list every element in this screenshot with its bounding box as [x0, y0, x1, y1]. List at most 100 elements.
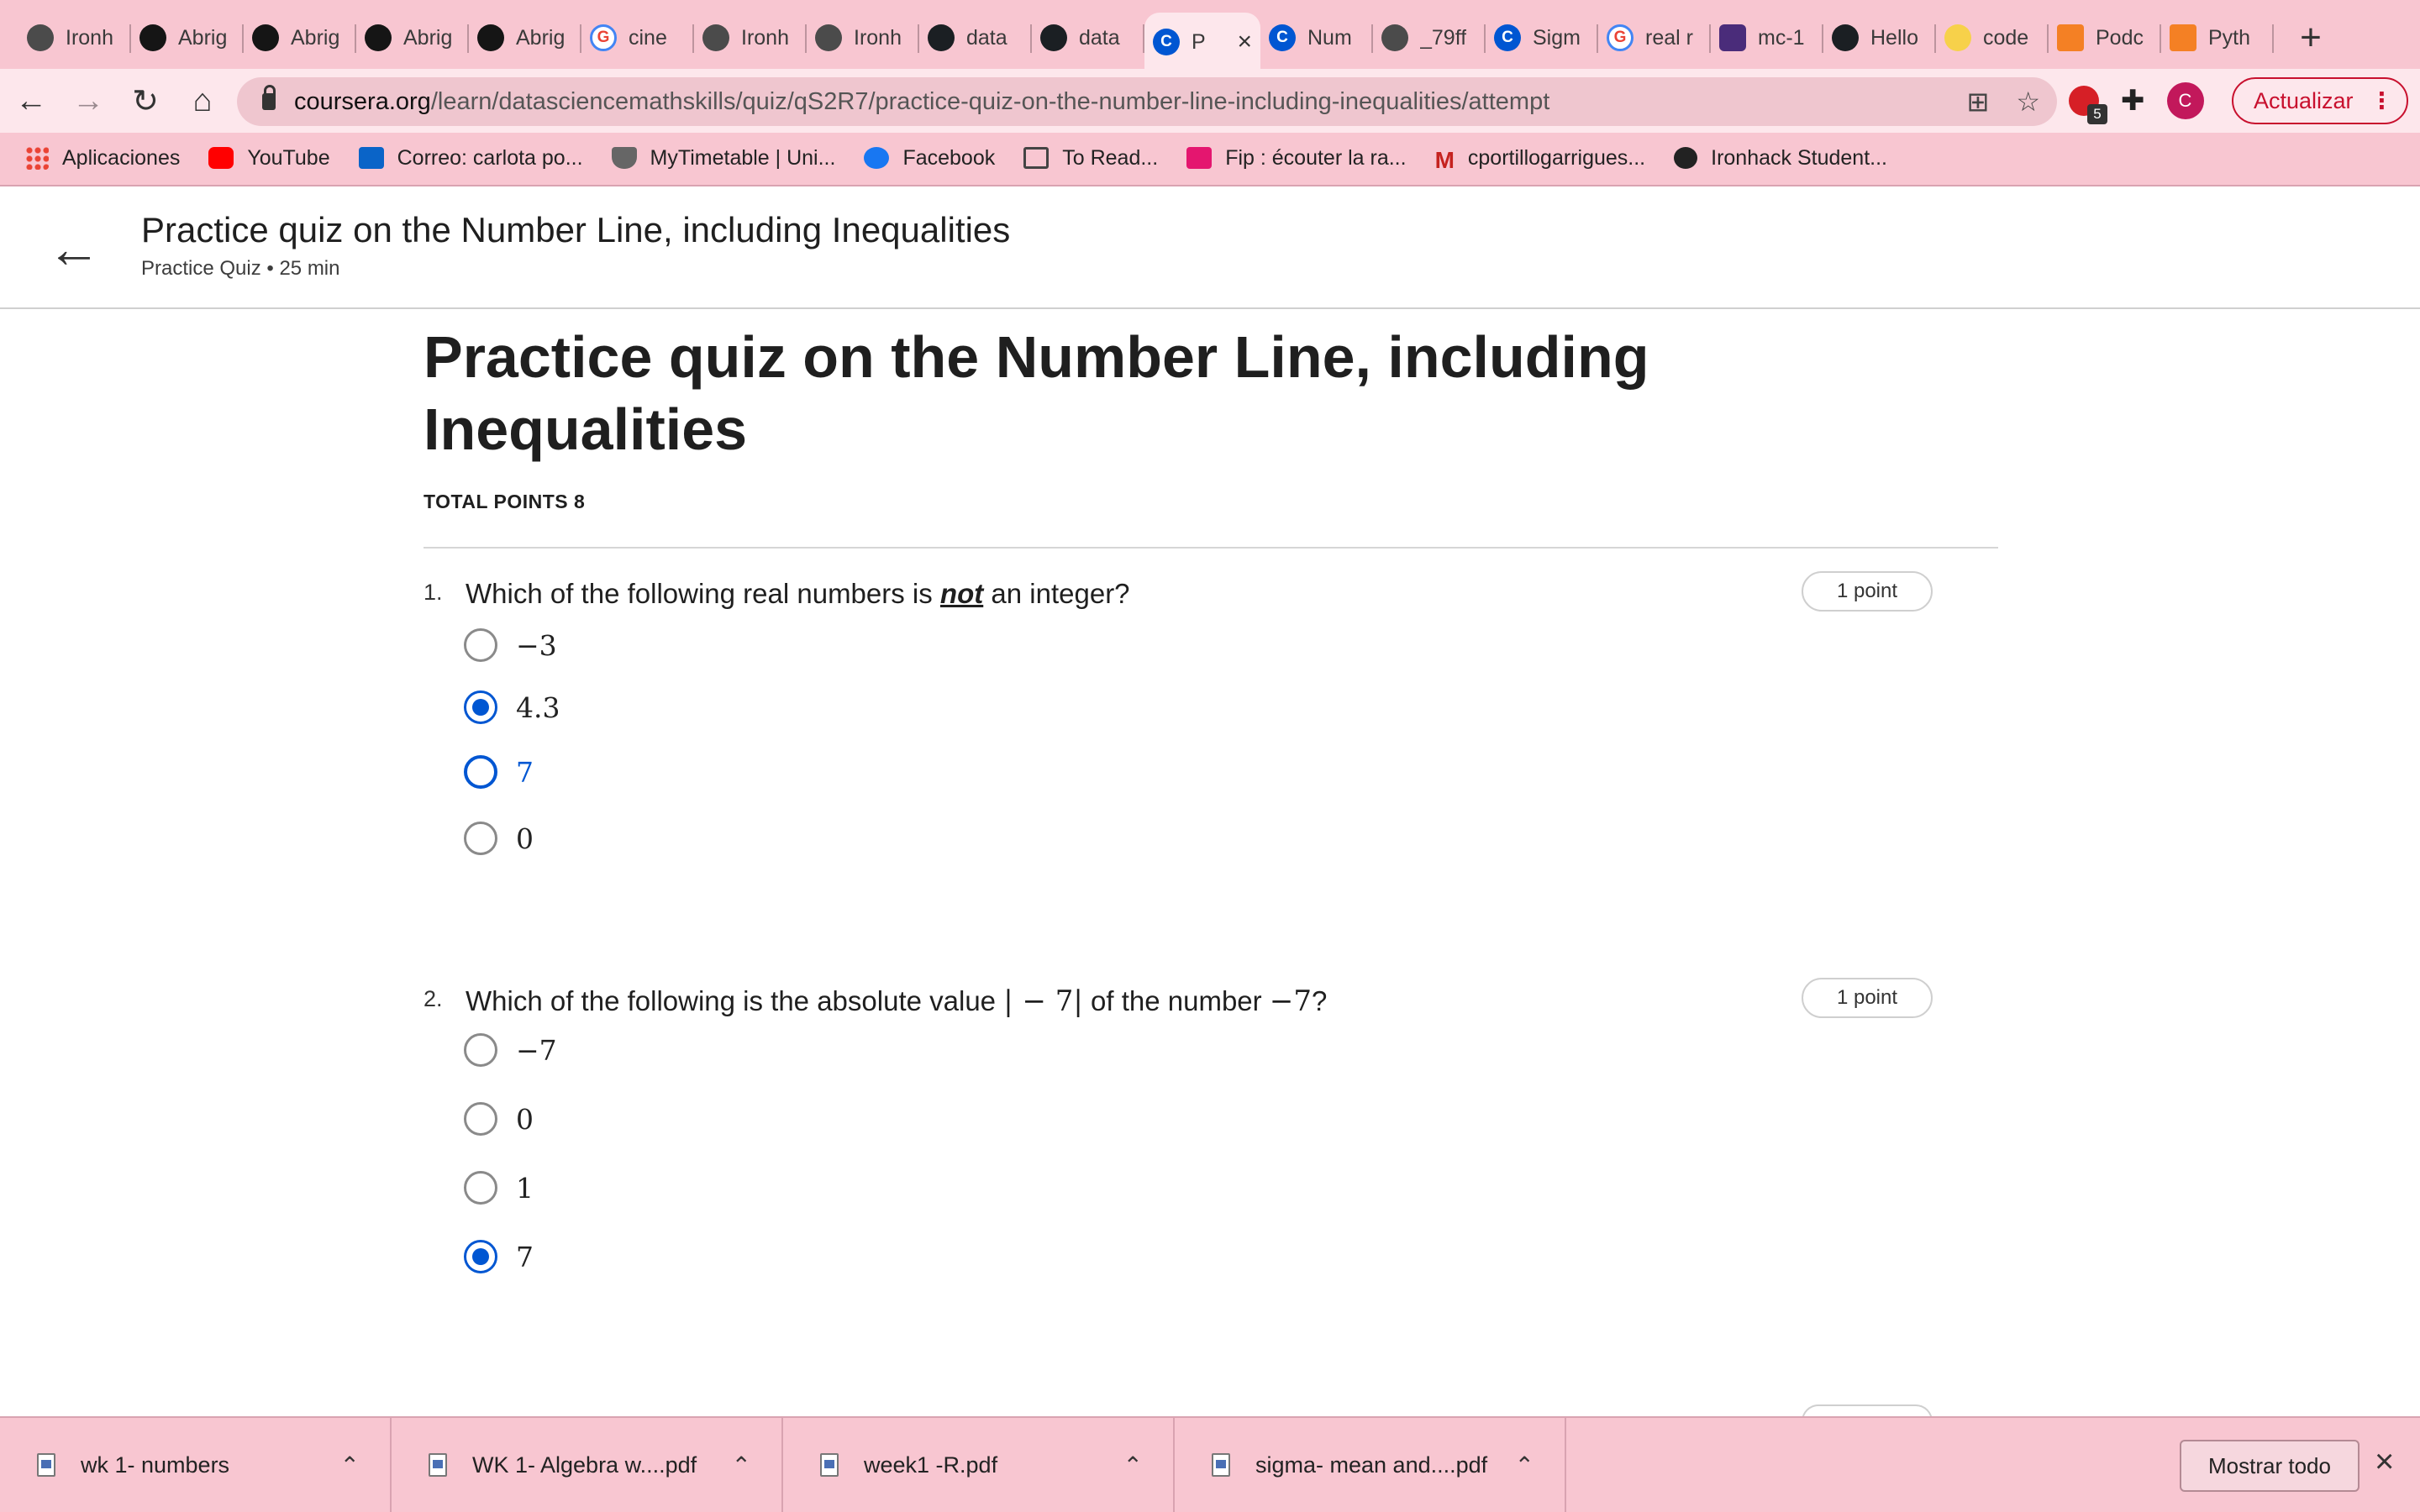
download-item[interactable]: wk 1- numbers ⌃: [0, 1417, 392, 1512]
back-arrow-icon[interactable]: ←: [47, 222, 101, 276]
close-tab-icon[interactable]: ×: [1237, 28, 1252, 56]
profile-avatar[interactable]: C: [2166, 82, 2204, 119]
home-icon[interactable]: ⌂: [176, 75, 229, 127]
tab[interactable]: Hello: [1823, 13, 1936, 63]
bookmark-apps[interactable]: Aplicaciones: [25, 146, 180, 171]
points-badge: 1 point: [1802, 978, 1933, 1018]
chevron-up-icon[interactable]: ⌃: [1123, 1452, 1143, 1479]
tab[interactable]: code: [1936, 13, 2049, 63]
tab[interactable]: Greal r: [1598, 13, 1711, 63]
bookmark-ironhack[interactable]: Ironhack Student...: [1674, 146, 1887, 171]
answer-option[interactable]: 1: [464, 1171, 534, 1205]
url-domain: coursera.org: [294, 87, 431, 115]
tab-active[interactable]: C P ×: [1144, 13, 1260, 71]
option-label: 0: [516, 822, 534, 855]
dark-circle-icon: [252, 24, 279, 51]
tab[interactable]: Abrig: [131, 13, 244, 63]
pin-icon: [1944, 24, 1971, 51]
radio-button-focused[interactable]: [464, 755, 497, 789]
facebook-icon: [864, 147, 890, 169]
lock-icon[interactable]: [262, 85, 276, 110]
radio-button-selected[interactable]: [464, 1240, 497, 1273]
close-icon[interactable]: ×: [2375, 1443, 2394, 1481]
translate-icon[interactable]: ⊞: [1967, 86, 1990, 118]
radio-button-selected[interactable]: [464, 690, 497, 724]
address-bar[interactable]: coursera.org/learn/datasciencemathskills…: [237, 77, 2057, 126]
download-item[interactable]: week1 -R.pdf ⌃: [783, 1417, 1175, 1512]
answer-option[interactable]: −3: [464, 628, 557, 662]
update-button-label: Actualizar: [2254, 87, 2354, 113]
radio-button[interactable]: [464, 822, 497, 855]
tab-title: _79ff: [1420, 25, 1467, 50]
bookmark-fip[interactable]: Fip : écouter la ra...: [1186, 146, 1407, 171]
extension-icon[interactable]: 5: [2069, 86, 2107, 124]
download-item[interactable]: sigma- mean and....pdf ⌃: [1175, 1417, 1566, 1512]
download-item[interactable]: WK 1- Algebra w....pdf ⌃: [392, 1417, 783, 1512]
tab[interactable]: Pyth: [2161, 13, 2274, 63]
bookmark-mail[interactable]: Correo: carlota po...: [358, 146, 583, 171]
tab[interactable]: C Num: [1260, 13, 1373, 63]
answer-option[interactable]: 4.3: [464, 690, 560, 724]
option-label: −7: [516, 1033, 557, 1067]
kebab-menu-icon[interactable]: ⋮: [2370, 88, 2393, 114]
tab[interactable]: Abrig: [244, 13, 356, 63]
tab[interactable]: Podc: [2049, 13, 2161, 63]
tab[interactable]: Ironh: [694, 13, 807, 63]
tab[interactable]: mc-1: [1711, 13, 1823, 63]
tab-title: code: [1983, 25, 2029, 50]
tab-strip: Ironh Abrig Abrig Abrig Abrig Gcine Iron…: [0, 8, 2420, 71]
puzzle-icon[interactable]: ✚: [2121, 84, 2145, 118]
document-icon: [37, 1453, 55, 1477]
radio-button[interactable]: [464, 1171, 497, 1205]
bookmark-label: Aplicaciones: [62, 145, 181, 170]
gmail-icon: M: [1434, 147, 1455, 173]
bookmark-folder[interactable]: To Read...: [1023, 146, 1158, 171]
tab[interactable]: Gcine: [581, 13, 694, 63]
bookmark-facebook[interactable]: Facebook: [864, 146, 995, 171]
radio-button[interactable]: [464, 628, 497, 662]
show-all-button[interactable]: Mostrar todo: [2180, 1440, 2360, 1492]
tab[interactable]: data: [919, 13, 1032, 63]
question-number: 2.: [424, 986, 443, 1011]
question-emphasis: not: [939, 578, 984, 609]
extension-badge: 5: [2087, 104, 2107, 124]
radio-button[interactable]: [464, 1102, 497, 1136]
document-icon: [820, 1453, 839, 1477]
coursera-icon: C: [1269, 24, 1296, 51]
bookmark-youtube[interactable]: YouTube: [208, 146, 330, 171]
answer-option[interactable]: −7: [464, 1033, 557, 1067]
update-button[interactable]: Actualizar ⋮: [2232, 77, 2408, 124]
forward-icon[interactable]: →: [62, 75, 114, 127]
radio-button[interactable]: [464, 1033, 497, 1067]
reload-icon[interactable]: ↻: [119, 75, 171, 127]
answer-option[interactable]: 7: [464, 1240, 534, 1273]
tab[interactable]: Ironh: [807, 13, 919, 63]
answer-option[interactable]: 0: [464, 1102, 534, 1136]
chevron-up-icon[interactable]: ⌃: [1515, 1452, 1534, 1479]
chevron-up-icon[interactable]: ⌃: [732, 1452, 751, 1479]
tab-title: P: [1192, 29, 1206, 54]
question-text-part: Which of the following is the absolute v…: [466, 985, 1004, 1016]
answer-option[interactable]: 0: [464, 822, 534, 855]
chevron-up-icon[interactable]: ⌃: [340, 1452, 360, 1479]
globe-icon: [27, 24, 54, 51]
bookmark-timetable[interactable]: MyTimetable | Uni...: [611, 145, 836, 171]
tab[interactable]: C Sigm: [1486, 13, 1598, 63]
bookmark-gmail[interactable]: Mcportillogarrigues...: [1434, 146, 1646, 174]
tab[interactable]: data: [1032, 13, 1144, 63]
tab-title: data: [966, 25, 1007, 50]
globe-icon: [1674, 147, 1698, 169]
answer-option[interactable]: 7: [464, 755, 534, 789]
new-tab-plus-icon[interactable]: +: [2286, 13, 2336, 63]
outlook-icon: [358, 147, 384, 169]
back-icon[interactable]: ←: [5, 75, 57, 127]
tab[interactable]: Ironh: [18, 13, 131, 63]
bookmark-star-icon[interactable]: ☆: [2016, 86, 2040, 118]
coursera-icon: C: [1494, 24, 1521, 51]
tab[interactable]: _79ff: [1373, 13, 1486, 63]
bookmark-label: MyTimetable | Uni...: [650, 145, 836, 170]
browser-chrome: Ironh Abrig Abrig Abrig Abrig Gcine Iron…: [0, 0, 2420, 186]
tab[interactable]: Abrig: [356, 13, 469, 63]
tab[interactable]: Abrig: [469, 13, 581, 63]
math-expression: −7: [1269, 984, 1312, 1018]
